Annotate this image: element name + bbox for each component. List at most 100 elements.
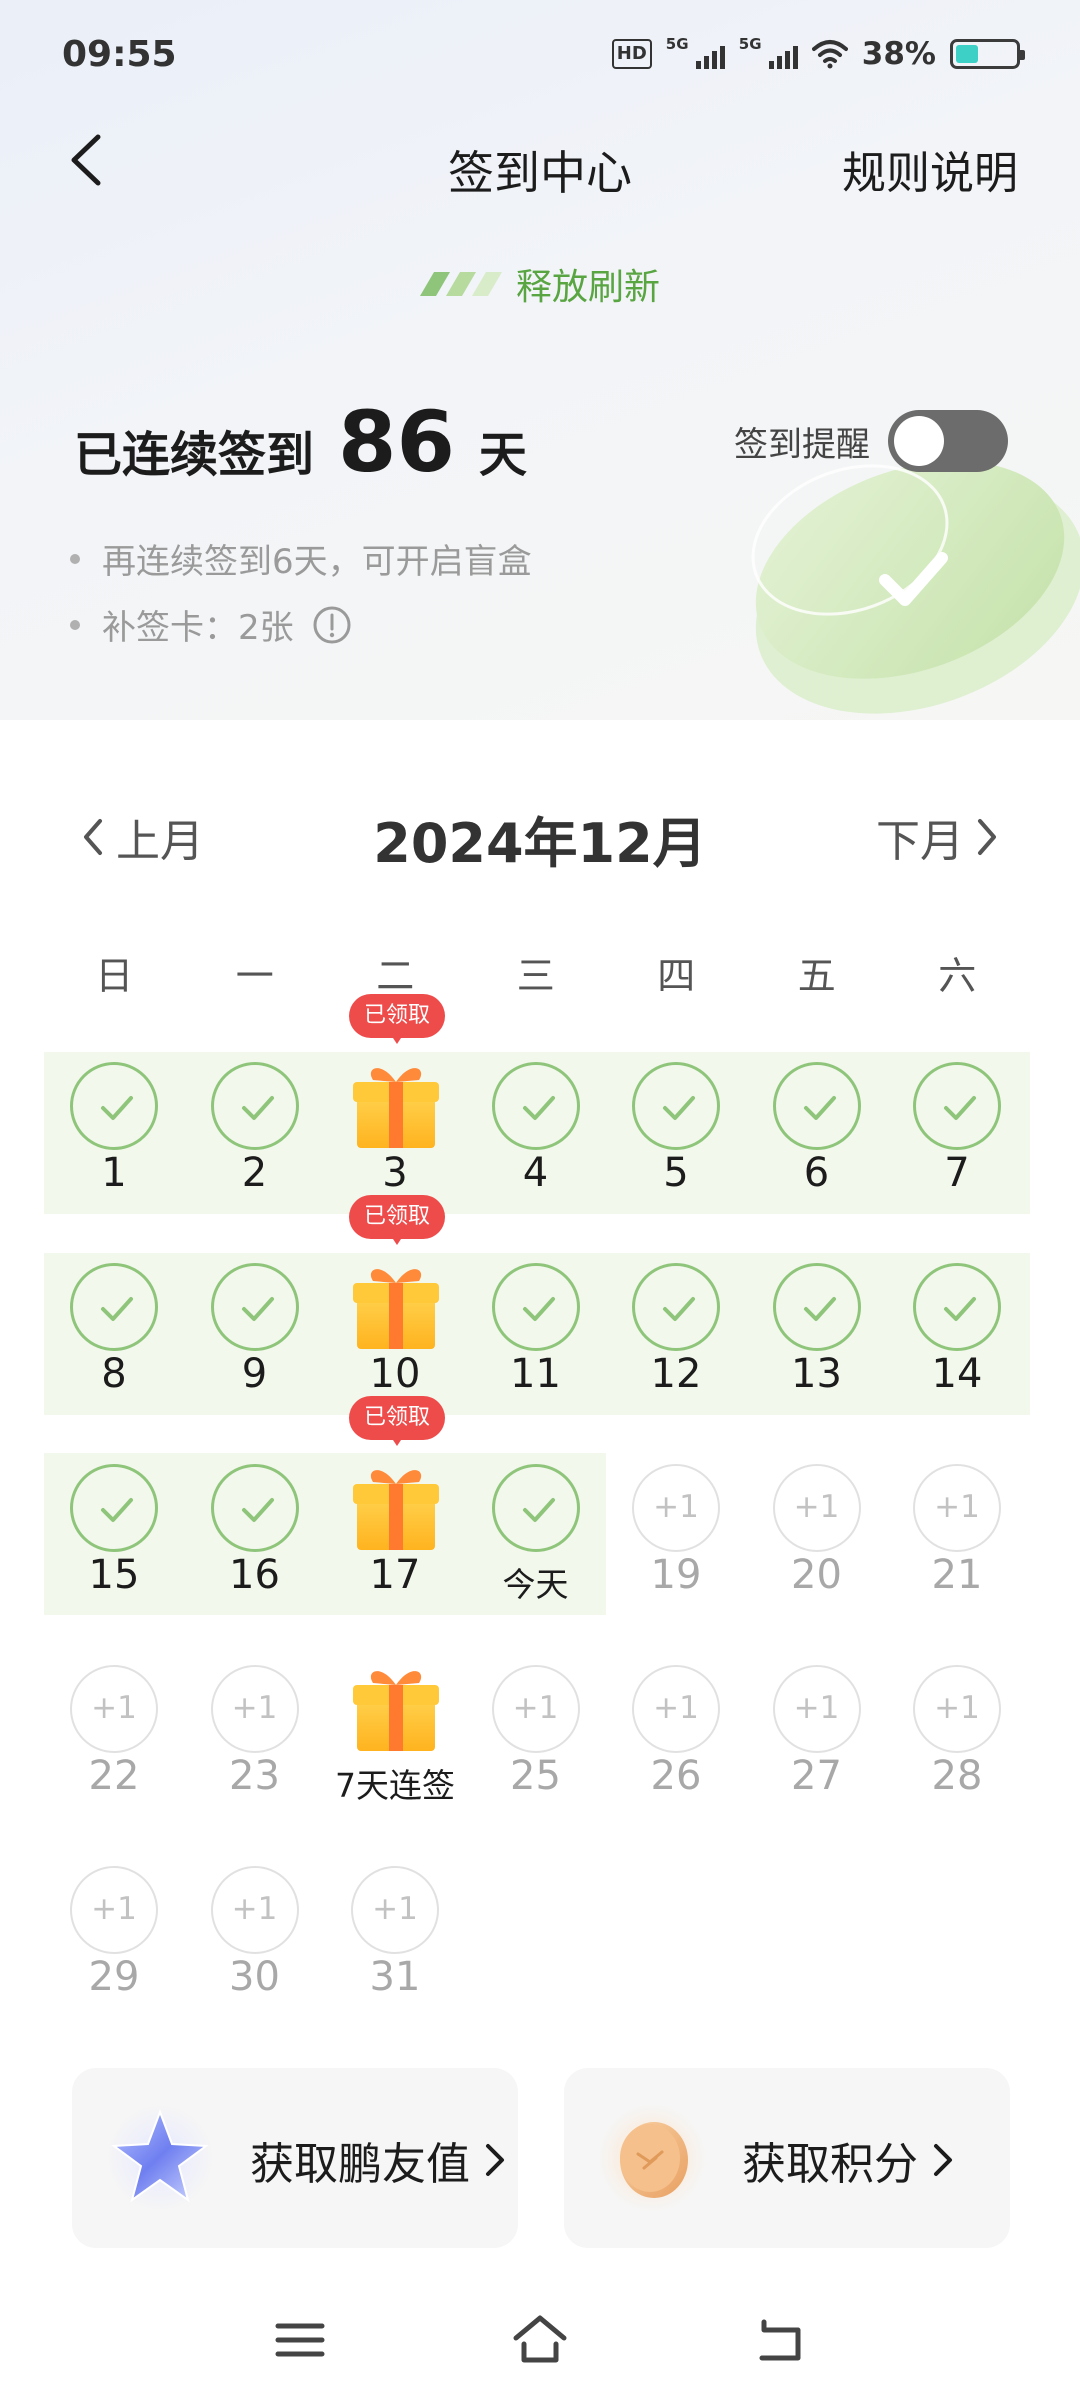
calendar-day-label: 15	[88, 1552, 140, 1598]
calendar-day[interactable]: +1 19	[606, 1454, 746, 1644]
next-month-button[interactable]: 下月	[876, 805, 1000, 869]
calendar-day[interactable]: 16	[185, 1454, 325, 1644]
calendar-day[interactable]: 4	[466, 1052, 606, 1242]
rules-link[interactable]: 规则说明	[842, 137, 1018, 201]
calendar-day[interactable]: 15	[44, 1454, 184, 1644]
calendar-day[interactable]: +1 29	[44, 1856, 184, 2046]
reminder-setting: 签到提醒	[734, 410, 1008, 472]
calendar-day-label: 2	[241, 1150, 268, 1196]
reminder-label: 签到提醒	[734, 424, 870, 465]
checked-in-icon	[70, 1062, 158, 1150]
reward-badge: +1	[491, 1665, 580, 1753]
calendar-day[interactable]: 7天连签	[325, 1655, 465, 1845]
gift-icon	[351, 1259, 441, 1351]
calendar-day[interactable]: +1 26	[606, 1655, 746, 1845]
checked-in-icon	[491, 1464, 580, 1552]
info-icon[interactable]	[312, 605, 352, 645]
calendar-day-label: 7	[944, 1150, 970, 1196]
status-icons: HD 5G 5G 38%	[611, 35, 1025, 72]
reward-plus-label: +1	[653, 1489, 699, 1525]
reminder-toggle[interactable]	[888, 410, 1008, 472]
checked-in-icon	[491, 1062, 580, 1150]
weekday-label: 六	[938, 954, 977, 998]
reward-plus-label: +1	[512, 1690, 559, 1726]
weekday-label: 三	[516, 954, 555, 998]
calendar-day[interactable]: 12	[606, 1253, 746, 1443]
calendar-day-label: 6	[803, 1150, 830, 1196]
chevron-right-icon	[934, 2144, 952, 2176]
get-points-label: 获取积分	[742, 2128, 954, 2192]
get-friend-value-card[interactable]: 获取鹏友值	[72, 2068, 518, 2248]
signal-icon-sim1: 5G	[666, 35, 725, 69]
calendar-day[interactable]: +1 30	[185, 1856, 325, 2046]
calendar-day-label: 1	[101, 1150, 127, 1196]
calendar-day[interactable]: +1 21	[887, 1454, 1027, 1644]
calendar-day[interactable]: 5	[606, 1052, 746, 1242]
calendar-day[interactable]: 8	[44, 1253, 184, 1443]
calendar-day[interactable]: +1 31	[325, 1856, 465, 2046]
chevron-right-icon	[978, 819, 996, 855]
calendar-day[interactable]: +1 28	[887, 1655, 1027, 1845]
battery-percent: 38%	[861, 36, 936, 72]
calendar-day[interactable]: +1 23	[185, 1655, 325, 1845]
menu-icon[interactable]	[270, 2310, 330, 2370]
calendar-day[interactable]: +1 27	[747, 1655, 887, 1845]
next-month-label: 下月	[876, 816, 964, 867]
calendar-day-label: 31	[369, 1954, 421, 2000]
checked-in-icon	[913, 1062, 1001, 1150]
weekday-label: 二	[376, 954, 415, 998]
calendar-day[interactable]: 1	[44, 1052, 184, 1242]
reward-badge: +1	[772, 1464, 861, 1552]
get-friend-value-label: 获取鹏友值	[250, 2128, 506, 2192]
reward-plus-label: +1	[793, 1690, 840, 1726]
system-navigation-bar	[0, 2290, 1080, 2400]
calendar-day[interactable]: +1 25	[466, 1655, 606, 1845]
home-icon[interactable]	[510, 2310, 570, 2370]
checked-in-icon	[210, 1464, 299, 1552]
weekday-label: 四	[657, 954, 696, 998]
weekday-label: 一	[235, 954, 274, 998]
calendar-day[interactable]: 今天	[466, 1454, 606, 1644]
reward-plus-label: +1	[91, 1891, 137, 1927]
reward-plus-label: +1	[231, 1690, 278, 1726]
calendar-day[interactable]: 6	[747, 1052, 887, 1242]
calendar-day[interactable]: 2	[185, 1052, 325, 1242]
calendar-day-label: 25	[510, 1753, 561, 1799]
calendar-day[interactable]: +1 22	[44, 1655, 184, 1845]
checked-in-icon	[210, 1263, 299, 1351]
back-nav-icon[interactable]	[750, 2310, 810, 2370]
reward-badge: +1	[210, 1866, 299, 1954]
hd-icon: HD	[611, 39, 652, 69]
calendar-day-label: 30	[229, 1954, 280, 2000]
calendar-day-label: 26	[650, 1753, 702, 1799]
streak-unit: 天	[478, 427, 527, 483]
reward-badge: +1	[70, 1665, 158, 1753]
reward-plus-label: +1	[91, 1690, 137, 1726]
nav-bar: 签到中心 规则说明	[0, 115, 1080, 205]
checked-in-icon	[70, 1464, 158, 1552]
calendar-day[interactable]: 7	[887, 1052, 1027, 1242]
calendar-day[interactable]: 9	[185, 1253, 325, 1443]
calendar-day[interactable]: 11	[466, 1253, 606, 1443]
calendar-day[interactable]: +1 20	[747, 1454, 887, 1644]
checked-in-icon	[772, 1062, 861, 1150]
signal-icon-sim2: 5G	[739, 35, 798, 69]
checked-in-icon	[632, 1263, 720, 1351]
calendar-day-label: 14	[931, 1351, 983, 1397]
star-icon	[106, 2104, 214, 2212]
reward-plus-label: +1	[372, 1891, 418, 1927]
calendar-day-label: 19	[650, 1552, 702, 1598]
calendar-day[interactable]: 14	[887, 1253, 1027, 1443]
calendar-day[interactable]: 13	[747, 1253, 887, 1443]
reward-badge: +1	[772, 1665, 861, 1753]
tip-makeup-card-text: 补签卡：2张	[102, 608, 294, 648]
calendar-day[interactable]: 已领取 17	[325, 1396, 465, 1644]
refresh-text: 释放刷新	[515, 267, 660, 308]
get-points-card[interactable]: 获取积分	[564, 2068, 1010, 2248]
claimed-badge: 已领取	[349, 1396, 445, 1446]
calendar-day-label: 今天	[502, 1565, 569, 1604]
clock: 09:55	[62, 34, 177, 75]
reward-badge: +1	[210, 1665, 299, 1753]
refresh-stripes-icon	[419, 272, 502, 296]
calendar-day-label: 27	[791, 1753, 842, 1799]
